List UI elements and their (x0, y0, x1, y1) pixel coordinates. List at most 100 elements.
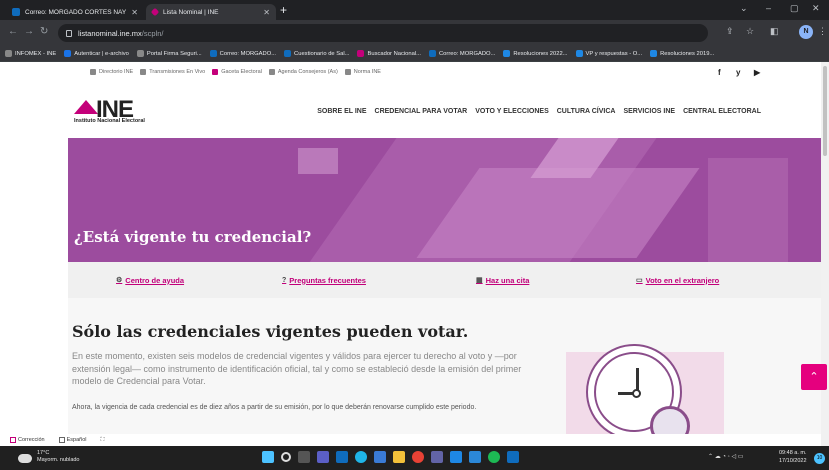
back-icon[interactable]: ← (8, 26, 18, 37)
bookmarks-bar: INFOMEX - INE Autenticar | e-archivo Por… (0, 46, 829, 62)
main-nav: SOBRE EL INE CREDENCIAL PARA VOTAR VOTO … (309, 108, 761, 115)
close-window-icon[interactable]: ✕ (812, 3, 820, 14)
bookmark-item[interactable]: Autenticar | e-archivo (64, 50, 129, 57)
cloud-icon (18, 454, 32, 463)
app-icon[interactable] (450, 451, 462, 463)
bookmark-item[interactable]: Correo: MORGADO... (209, 50, 277, 57)
chrome-icon[interactable] (412, 451, 424, 463)
close-tab-icon[interactable]: ✕ (263, 8, 270, 17)
outlook-icon (12, 8, 20, 16)
menu-icon[interactable]: ⋮ (818, 26, 827, 37)
bookmark-item[interactable]: Portal Firma Seguri... (136, 50, 202, 57)
new-tab-button[interactable]: + (280, 3, 287, 17)
spotify-icon[interactable] (488, 451, 500, 463)
chat-icon[interactable] (317, 451, 329, 463)
hero-graphic (708, 158, 788, 262)
quick-links-bar: ⚙ Centro de ayuda ? Preguntas frecuentes ▦… (68, 262, 821, 298)
util-label: Agenda Consejeros (As) (277, 69, 338, 75)
bookmark-item[interactable]: INFOMEX - INE (5, 50, 56, 57)
tab-correo[interactable]: Correo: MORGADO CORTES NAY ✕ (6, 4, 144, 20)
ine-icon (150, 7, 160, 17)
util-link-directorio[interactable]: Directorio INE (90, 69, 133, 75)
twitter-icon[interactable]: y (736, 68, 740, 77)
content-paragraph: En este momento, existen seis modelos de… (72, 351, 522, 386)
bookmark-label: Resoluciones 2019... (660, 50, 715, 57)
ine-logo[interactable]: INE Instituto Nacional Electoral (74, 96, 174, 126)
system-tray[interactable]: ⌃ ☁ ◔ ◦ ◁ ▭ (708, 453, 743, 460)
bookmark-item[interactable]: Cuestionario de Sal... (284, 50, 349, 57)
quick-link-preguntas[interactable]: ? Preguntas frecuentes (282, 276, 366, 285)
quick-link-haz-cita[interactable]: ▦ Haz una cita (476, 276, 529, 285)
taskbar-apps (262, 451, 526, 463)
quick-link-label: Centro de ayuda (125, 275, 185, 285)
maximize-icon[interactable]: ▢ (790, 3, 799, 14)
content-title: Sólo las credenciales vigentes pueden vo… (72, 322, 469, 341)
url-field[interactable]: listanominal.ine.mx/scpln/ (58, 24, 708, 42)
bookmark-icon (357, 50, 365, 57)
quick-link-centro-ayuda[interactable]: ⚙ Centro de ayuda (116, 276, 184, 285)
translate-bar: Corrección Español ⛶ (0, 434, 821, 446)
edge-icon[interactable] (355, 451, 367, 463)
scrollbar-thumb[interactable] (823, 66, 827, 156)
quick-link-voto-extranjero[interactable]: ▭ Voto en el extranjero (636, 276, 719, 285)
forward-icon[interactable]: → (24, 26, 34, 37)
bookmark-item[interactable]: Correo: MORGADO... (428, 50, 495, 57)
close-tab-icon[interactable]: ✕ (131, 8, 138, 17)
calendar-icon: ▦ (476, 277, 483, 284)
windows-start-icon[interactable] (262, 451, 274, 463)
site-header: INE Instituto Nacional Electoral SOBRE E… (0, 84, 821, 136)
tab-lista-nominal[interactable]: Lista Nominal | INE ✕ (146, 4, 276, 20)
file-explorer-icon[interactable] (393, 451, 405, 463)
weather-condition: Mayorm. nublado (37, 457, 80, 463)
reload-icon[interactable]: ↻ (40, 26, 48, 37)
language-button[interactable]: Español (58, 437, 87, 443)
tab-search-icon[interactable]: ⌄ (740, 3, 748, 14)
nav-servicios[interactable]: SERVICIOS INE (623, 108, 675, 115)
bookmark-item[interactable]: Buscador Nacional... (357, 50, 421, 57)
nav-credencial[interactable]: CREDENCIAL PARA VOTAR (375, 108, 468, 115)
minimize-icon[interactable]: – (766, 3, 771, 13)
nav-voto-elecciones[interactable]: VOTO Y ELECCIONES (475, 108, 549, 115)
bookmark-item[interactable]: Resoluciones 2019... (650, 50, 714, 57)
outlook-icon[interactable] (336, 451, 348, 463)
util-link-norma[interactable]: Norma INE (344, 69, 381, 75)
util-link-transmisiones[interactable]: Transmisiones En Vivo (140, 69, 205, 75)
weather-widget[interactable]: 17°C Mayorm. nublado (18, 450, 80, 464)
bookmark-icon (284, 50, 292, 57)
bookmark-label: VP y respuestas - O... (585, 50, 643, 57)
bookmark-item[interactable]: VP y respuestas - O... (575, 50, 643, 57)
calendar-icon (268, 69, 275, 75)
notification-badge[interactable]: 10 (814, 453, 825, 464)
search-icon[interactable] (281, 452, 291, 462)
task-view-icon[interactable] (298, 451, 310, 463)
bookmark-label: Correo: MORGADO... (219, 50, 277, 57)
bookmark-star-icon[interactable]: ☆ (746, 26, 754, 37)
taskbar-clock[interactable]: 09:48 a. m. 17/10/2022 (779, 450, 807, 465)
outlook-icon[interactable] (507, 451, 519, 463)
hero-graphic (298, 148, 338, 174)
profile-avatar[interactable]: N (799, 25, 813, 39)
nav-sobre-el-ine[interactable]: SOBRE EL INE (317, 108, 366, 115)
facebook-icon[interactable]: f (718, 68, 721, 77)
language-label: Español (66, 437, 87, 443)
side-panel-icon[interactable]: ◧ (770, 26, 779, 37)
correction-button[interactable]: Corrección (10, 437, 45, 443)
app-icon[interactable] (469, 451, 481, 463)
address-toolbar: ← → ↻ listanominal.ine.mx/scpln/ ⇪ ☆ ◧ N… (0, 20, 829, 46)
scroll-to-top-button[interactable]: ⌃ (801, 364, 827, 390)
util-link-agenda[interactable]: Agenda Consejeros (As) (268, 69, 338, 75)
web-page: Directorio INE Transmisiones En Vivo Gac… (0, 62, 821, 446)
nav-cultura-civica[interactable]: CULTURA CÍVICA (557, 108, 616, 115)
quick-link-label: Haz una cita (485, 275, 530, 285)
util-link-gaceta[interactable]: Gaceta Electoral (212, 69, 262, 75)
expand-icon[interactable]: ⛶ (100, 437, 104, 444)
share-icon[interactable]: ⇪ (726, 26, 734, 37)
util-label: Directorio INE (99, 69, 134, 75)
nav-central-electoral[interactable]: CENTRAL ELECTORAL (683, 108, 761, 115)
youtube-icon[interactable]: ▶ (754, 68, 760, 77)
gears-icon: ⚙ (116, 277, 123, 284)
teams-icon[interactable] (431, 451, 443, 463)
bookmark-item[interactable]: Resoluciones 2022... (503, 50, 568, 57)
bookmark-icon (136, 50, 144, 57)
store-icon[interactable] (374, 451, 386, 463)
